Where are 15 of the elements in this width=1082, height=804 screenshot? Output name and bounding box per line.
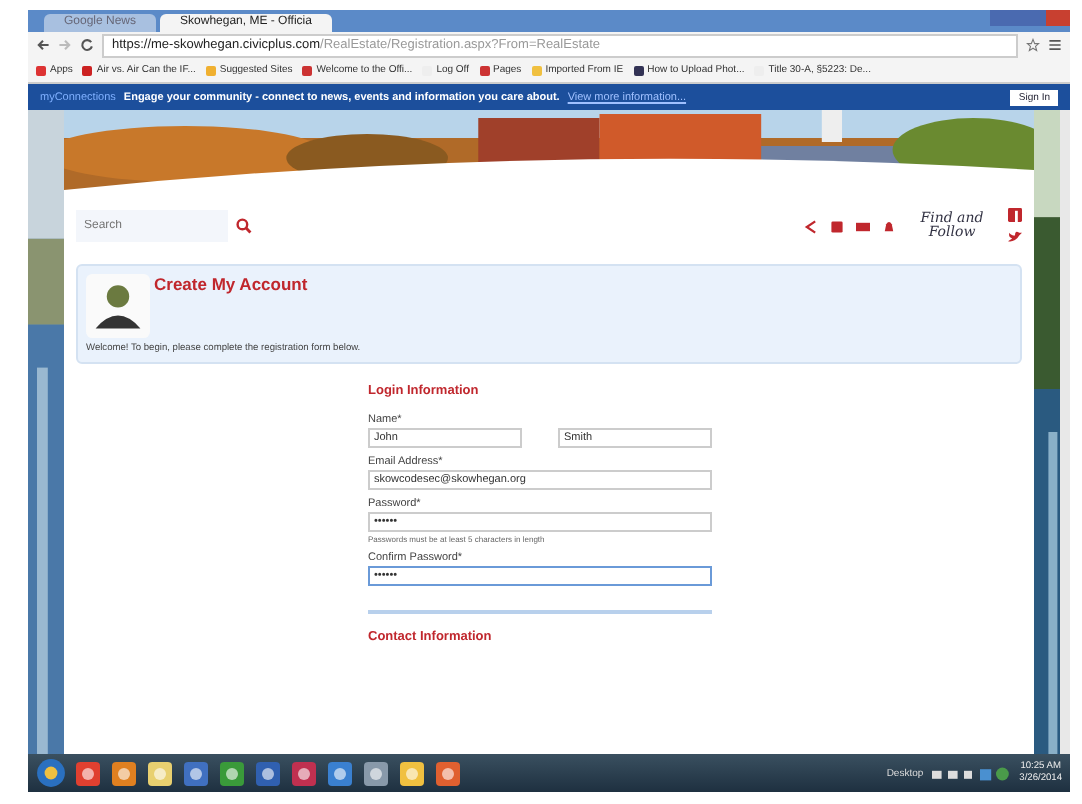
bell-icon[interactable] (882, 219, 896, 233)
mail-icon[interactable] (856, 219, 870, 233)
card-title: Create My Account (154, 274, 308, 294)
start-button[interactable] (36, 758, 66, 788)
menu-icon[interactable] (1048, 38, 1062, 52)
scrollbar[interactable] (1060, 110, 1070, 754)
search-icon[interactable] (236, 218, 252, 234)
reload-icon[interactable] (80, 38, 94, 52)
facebook-icon[interactable] (1008, 208, 1022, 222)
bird-icon[interactable] (1008, 230, 1022, 244)
person-icon (86, 274, 150, 338)
star-icon[interactable] (1026, 38, 1040, 52)
share-icon[interactable] (804, 219, 818, 233)
tray-icons-drawing[interactable] (931, 765, 1012, 781)
back-icon[interactable] (36, 38, 50, 52)
